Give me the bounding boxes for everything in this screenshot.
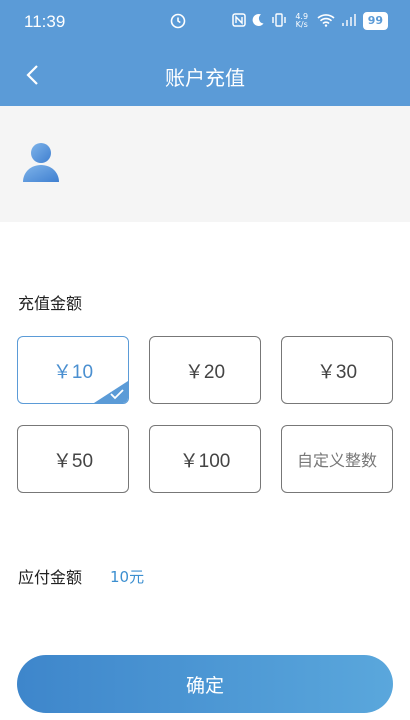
- option-label: 自定义整数: [296, 451, 377, 470]
- profile-card: [0, 106, 410, 222]
- amount-option-10[interactable]: ￥10: [17, 336, 129, 404]
- status-icons: 4.9 K/s 99: [231, 12, 388, 30]
- user-avatar-icon: [22, 142, 60, 186]
- payable-amount-label: 应付金额: [18, 568, 83, 587]
- option-label: ￥20: [184, 361, 226, 383]
- recharge-amount-label: 充值金额: [18, 294, 83, 313]
- status-time: 11:39: [24, 12, 66, 31]
- vibrate-icon: [271, 12, 287, 30]
- payable-amount-value: 10元: [110, 568, 145, 586]
- amount-option-30[interactable]: ￥30: [281, 336, 393, 404]
- moon-icon: [252, 13, 265, 30]
- battery-indicator: 99: [362, 12, 388, 30]
- nfc-icon: [231, 12, 246, 30]
- option-label: ￥10: [52, 361, 94, 383]
- signal-icon: [341, 13, 357, 30]
- wifi-icon: [317, 13, 335, 30]
- page-title: 账户充值: [165, 66, 245, 90]
- amount-option-20[interactable]: ￥20: [149, 336, 261, 404]
- option-label: ￥30: [316, 361, 358, 383]
- clock-badge-icon: [170, 13, 186, 33]
- confirm-button[interactable]: 确定: [17, 655, 393, 713]
- amount-option-custom[interactable]: 自定义整数: [281, 425, 393, 493]
- option-label: ￥50: [52, 450, 94, 472]
- amount-option-100[interactable]: ￥100: [149, 425, 261, 493]
- option-label: ￥100: [179, 450, 231, 472]
- amount-option-50[interactable]: ￥50: [17, 425, 129, 493]
- top-bar: 11:39 4.9 K/s 99 账户充值: [0, 0, 410, 106]
- status-bar: 11:39 4.9 K/s 99: [0, 0, 410, 44]
- net-speed: 4.9 K/s: [295, 12, 309, 29]
- check-icon: [94, 381, 128, 403]
